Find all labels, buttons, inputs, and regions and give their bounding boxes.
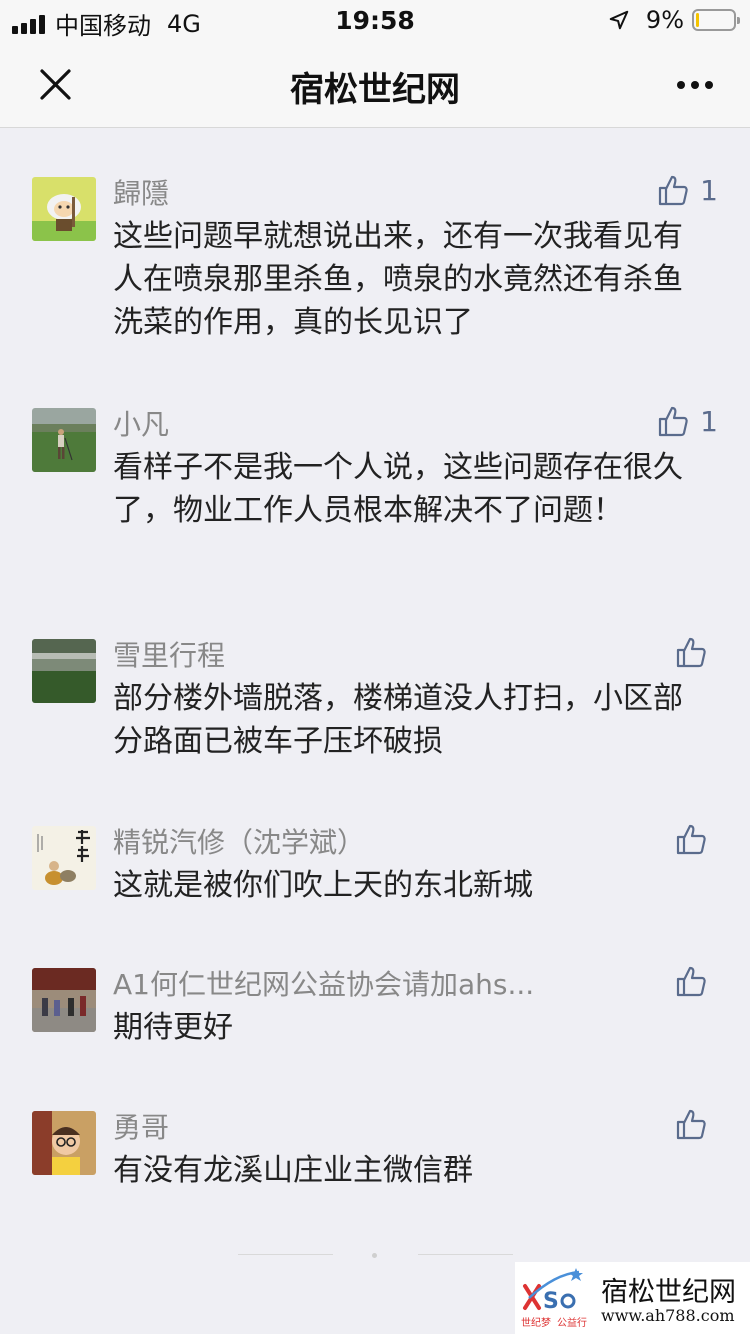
watermark-url: www.ah788.com bbox=[601, 1306, 735, 1325]
thumbs-up-icon bbox=[659, 175, 688, 206]
user-avatar[interactable] bbox=[32, 408, 96, 472]
battery-fill bbox=[696, 13, 699, 27]
comment-text: 看样子不是我一个人说，这些问题存在很久了，物业工作人员根本解决不了问题！ bbox=[113, 450, 683, 528]
comment-text: 有没有龙溪山庄业主微信群 bbox=[113, 1153, 473, 1188]
comment-text: 这就是被你们吹上天的东北新城 bbox=[113, 868, 533, 903]
comment-text: 这些问题早就想说出来，还有一次我看见有人在喷泉那里杀鱼，喷泉的水竟然还有杀鱼洗菜… bbox=[113, 219, 683, 340]
watermark-title: 宿松世纪网 bbox=[601, 1277, 736, 1308]
user-avatar[interactable] bbox=[32, 826, 96, 890]
location-arrow-icon bbox=[609, 10, 629, 30]
thumbs-up-icon bbox=[676, 1109, 706, 1140]
battery-percent: 9% bbox=[645, 6, 684, 34]
user-avatar[interactable] bbox=[32, 177, 96, 241]
site-watermark: S 世纪梦 公益行 宿松世纪网 www.ah788.com bbox=[515, 1262, 750, 1334]
like-button[interactable] bbox=[674, 822, 718, 856]
more-dot-icon bbox=[705, 81, 713, 89]
site-logo-icon: S 世纪梦 公益行 bbox=[521, 1268, 587, 1329]
logo-sub-right: 公益行 bbox=[557, 1316, 587, 1329]
nav-bar: 宿松世纪网 bbox=[0, 42, 750, 128]
battery-icon bbox=[692, 9, 740, 31]
like-button[interactable] bbox=[674, 1107, 718, 1141]
comment-author[interactable]: 勇哥 bbox=[113, 1106, 169, 1146]
svg-text:S: S bbox=[543, 1289, 559, 1314]
more-options-button[interactable] bbox=[668, 58, 722, 112]
list-end-divider bbox=[0, 1253, 750, 1258]
comment-author[interactable]: A1何仁世纪网公益协会请加ahs... bbox=[113, 963, 534, 1003]
page-title: 宿松世纪网 bbox=[290, 70, 460, 110]
comment-text: 期待更好 bbox=[113, 1010, 233, 1045]
street-photo-avatar-icon bbox=[32, 968, 96, 1032]
child-photo-avatar-icon bbox=[32, 1111, 96, 1175]
like-button[interactable]: 1 bbox=[656, 173, 718, 207]
logo-sub-left: 世纪梦 bbox=[521, 1317, 551, 1329]
like-button[interactable] bbox=[674, 964, 718, 998]
status-bar: 中国移动 4G 19:58 9% bbox=[0, 0, 750, 42]
status-right: 9% bbox=[608, 6, 740, 34]
like-count: 1 bbox=[700, 173, 718, 207]
comment-author[interactable]: 雪里行程 bbox=[113, 634, 225, 674]
comment-author[interactable]: 精锐汽修（沈学斌） bbox=[113, 821, 365, 861]
like-button[interactable] bbox=[674, 635, 718, 669]
like-button[interactable]: 1 bbox=[656, 404, 718, 438]
user-avatar[interactable] bbox=[32, 639, 96, 703]
comment-author[interactable]: 歸隱 bbox=[113, 172, 169, 212]
user-avatar[interactable] bbox=[32, 968, 96, 1032]
comment-author[interactable]: 小凡 bbox=[113, 403, 169, 443]
like-count: 1 bbox=[700, 404, 718, 438]
thumbs-up-icon bbox=[676, 966, 706, 997]
foggy-field-photo-avatar-icon bbox=[32, 639, 96, 703]
comment-text: 部分楼外墙脱落，楼梯道没人打扫，小区部分路面已被车子压坏破损 bbox=[113, 681, 683, 759]
thumbs-up-icon bbox=[659, 406, 688, 437]
more-dot-icon bbox=[677, 81, 685, 89]
golf-field-photo-avatar-icon bbox=[32, 408, 96, 472]
user-avatar[interactable] bbox=[32, 1111, 96, 1175]
more-dot-icon bbox=[691, 81, 699, 89]
cartoon-sheep-avatar-icon bbox=[32, 177, 96, 241]
calligraphy-painting-avatar-icon bbox=[32, 826, 96, 890]
thumbs-up-icon bbox=[676, 637, 706, 668]
thumbs-up-icon bbox=[676, 824, 706, 855]
